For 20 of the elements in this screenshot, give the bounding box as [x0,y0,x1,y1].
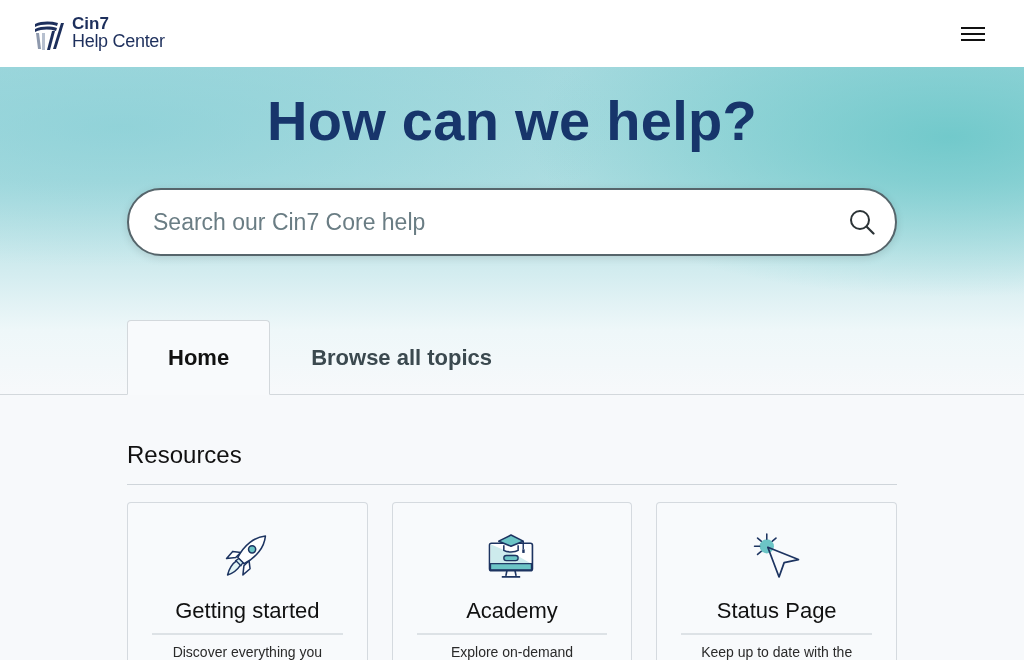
logo-brand: Cin7 [72,16,110,32]
card-title: Status Page [716,598,837,624]
cursor-icon [751,533,802,580]
resource-card[interactable]: Status Page Keep up to date with the [656,502,897,660]
resource-card[interactable]: Academy Explore on-demand [391,502,633,660]
tab[interactable]: Home [127,320,271,395]
search-field[interactable]: Search our Cin7 Core help [127,188,897,256]
page-title: How can we help? [265,88,759,154]
card-description: Explore on-demand [450,644,574,660]
search-icon[interactable] [849,209,875,235]
card-title: Academy [466,598,558,624]
resource-card[interactable]: Getting started Discover everything you [127,502,368,660]
card-description: Keep up to date with the [701,644,853,660]
card-description: Discover everything you [172,644,323,660]
menu-icon [961,26,985,41]
section-heading: Resources [127,441,242,469]
logo-subtitle: Help Center [72,32,165,51]
card-title: Getting started [175,598,320,624]
tab[interactable]: Browse all topics [270,320,534,395]
menu-button[interactable] [961,26,985,41]
